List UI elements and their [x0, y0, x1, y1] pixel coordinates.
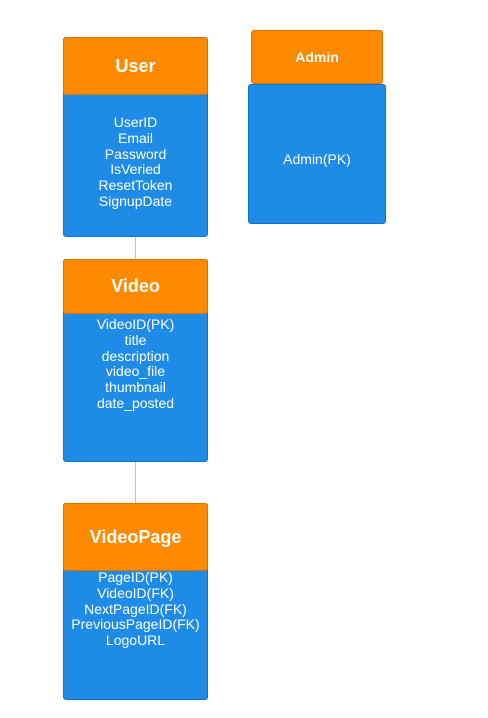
entity-user[interactable]: User UserID Email Password IsVeried Rese…	[63, 37, 208, 237]
entity-user-fields: UserID Email Password IsVeried ResetToke…	[63, 114, 208, 210]
connector-user-video	[135, 237, 136, 259]
entity-user-title: User	[115, 55, 156, 76]
field-description: description	[101, 347, 170, 364]
field-logourl: LogoURL	[105, 632, 166, 649]
field-isveried: IsVeried	[110, 161, 161, 178]
connector-video-videopage	[135, 462, 136, 503]
entity-videopage[interactable]: VideoPage PageID(PK) VideoID(FK) NextPag…	[63, 503, 208, 700]
entity-videopage-title: VideoPage	[89, 526, 182, 547]
field-thumbnail: thumbnail	[105, 379, 166, 396]
field-password: Password	[104, 145, 167, 162]
field-video-file: video_file	[105, 363, 166, 380]
field-nextpageid: NextPageID(FK)	[84, 600, 187, 617]
field-userid: UserID	[113, 114, 158, 130]
entity-video-header: Video	[63, 259, 208, 314]
field-admin-pk: Admin(PK)	[283, 151, 351, 167]
entity-admin[interactable]: Admin Admin(PK)	[248, 30, 386, 224]
entity-video-fields: VideoID(PK) title description video_file…	[63, 316, 208, 412]
entity-admin-title: Admin	[295, 49, 339, 65]
entity-videopage-fields: PageID(PK) VideoID(FK) NextPageID(FK) Pr…	[63, 569, 208, 649]
field-videoid: VideoID(PK)	[96, 316, 175, 332]
field-date-posted: date_posted	[96, 394, 175, 411]
field-title: title	[124, 331, 147, 348]
field-signupdate: SignupDate	[98, 192, 173, 209]
entity-video-title: Video	[111, 276, 160, 296]
entity-videopage-header: VideoPage	[63, 503, 208, 571]
field-previouspageid: PreviousPageID(FK)	[71, 616, 200, 633]
field-pageid: PageID(PK)	[98, 569, 173, 585]
entity-video[interactable]: Video VideoID(PK) title description vide…	[63, 259, 208, 462]
field-email: Email	[117, 129, 153, 146]
entity-user-header: User	[63, 37, 208, 95]
entity-admin-header: Admin	[251, 30, 383, 84]
field-resettoken: ResetToken	[98, 177, 173, 194]
entity-admin-fields: Admin(PK)	[248, 151, 386, 168]
field-videoid-fk: VideoID(FK)	[97, 584, 174, 601]
